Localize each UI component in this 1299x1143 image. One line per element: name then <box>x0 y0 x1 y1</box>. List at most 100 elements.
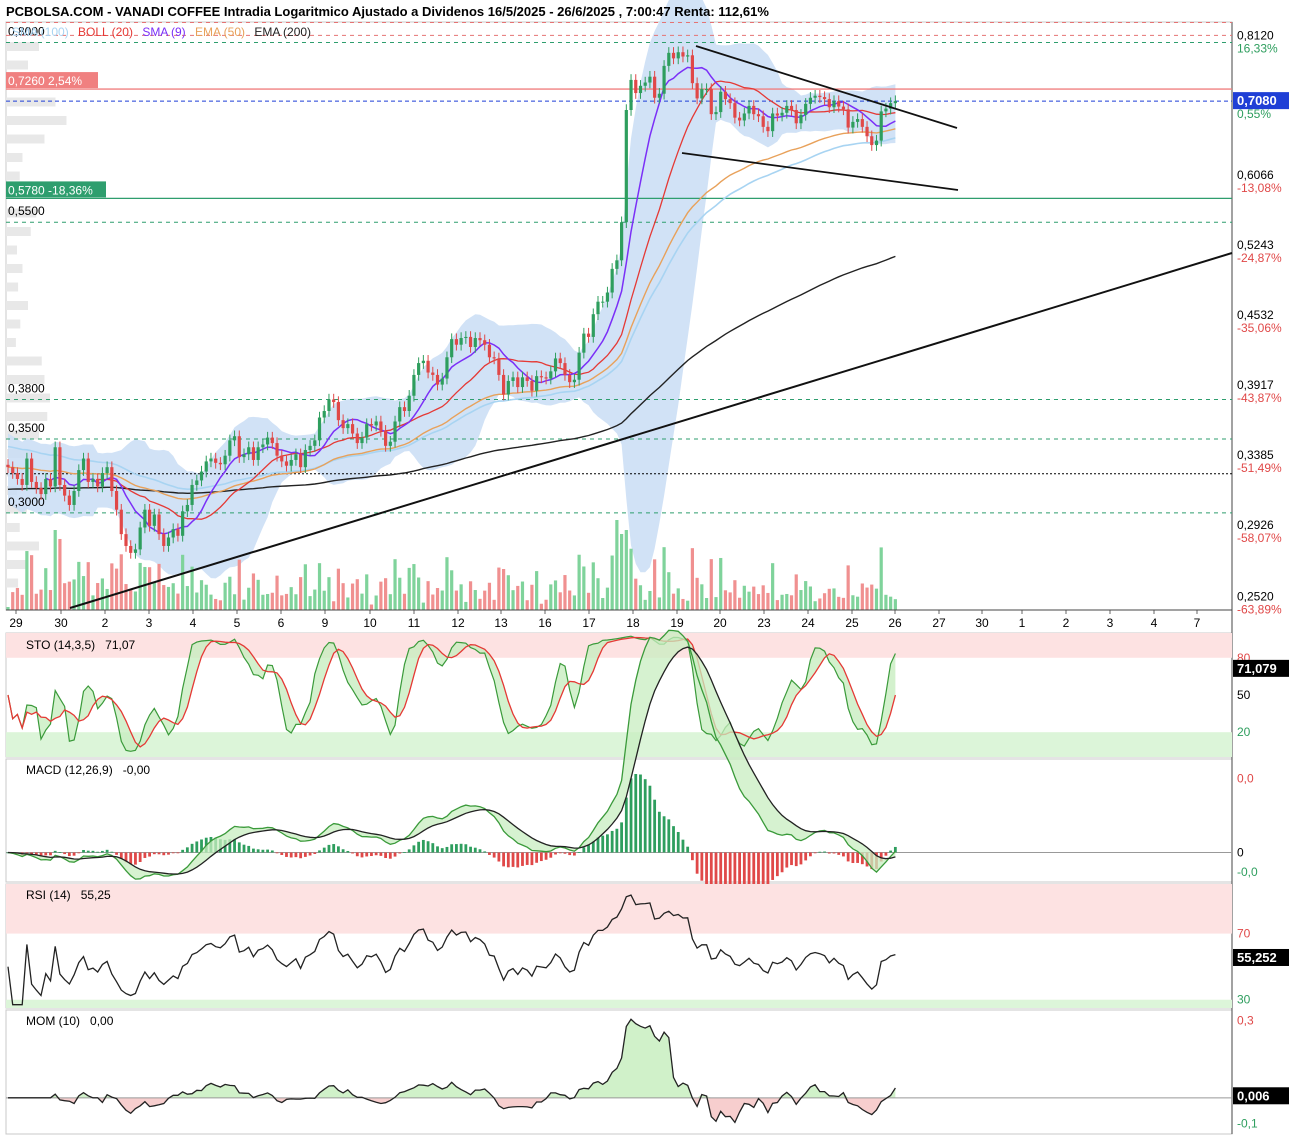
volume-bar <box>393 559 397 610</box>
volume-bar <box>638 585 643 610</box>
volume-bar <box>742 585 746 610</box>
macd-histogram-bar <box>889 850 893 853</box>
candle-body <box>818 95 822 98</box>
candle-body <box>25 458 29 485</box>
candle-body <box>44 478 48 495</box>
volume-bar <box>874 588 879 610</box>
candle-body <box>15 473 20 479</box>
volume-bar <box>846 565 850 610</box>
macd-histogram-bar <box>676 831 680 853</box>
macd-axis-label: 0 <box>1237 845 1244 859</box>
volume-bar <box>280 595 284 610</box>
macd-histogram-bar <box>691 852 694 861</box>
volume-bar <box>549 584 553 610</box>
candle-body <box>77 470 81 492</box>
price-axis-pct: -63,89% <box>1237 602 1282 616</box>
candle-body <box>483 340 487 345</box>
macd-histogram-bar <box>337 846 340 853</box>
candle-body <box>133 549 138 553</box>
volume-bar <box>723 590 728 610</box>
volume-profile-bar <box>6 97 56 107</box>
macd-histogram-bar <box>308 852 312 856</box>
macd-histogram-bar <box>233 839 236 853</box>
volume-bar <box>605 587 610 610</box>
volume-profile-bar <box>6 245 17 255</box>
candle-body <box>100 473 104 487</box>
candle-body <box>388 441 392 446</box>
x-date-label: 4 <box>190 616 197 630</box>
volume-bar <box>450 570 454 610</box>
volume-bar <box>502 569 506 610</box>
candle-body <box>657 93 661 98</box>
macd-histogram-bar <box>280 852 284 855</box>
price-axis-label: 0,2926 <box>1237 518 1274 532</box>
x-date-label: 27 <box>932 616 946 630</box>
candle-body <box>313 440 317 446</box>
rsi-axis-label: 70 <box>1237 927 1251 941</box>
candle-body <box>860 119 864 127</box>
candle-body <box>195 480 199 485</box>
volume-profile-bar <box>6 264 23 273</box>
candle-body <box>686 55 690 57</box>
macd-histogram-bar <box>700 852 704 881</box>
volume-bar <box>20 594 24 610</box>
volume-bar <box>270 592 274 610</box>
macd-histogram-bar <box>374 852 378 856</box>
volume-bar <box>398 577 402 610</box>
rsi-panel-title: RSI (14) 55,25 <box>26 888 111 902</box>
volume-bar <box>841 597 846 610</box>
candle-body <box>148 509 152 526</box>
macd-histogram-bar <box>535 852 539 863</box>
candle-body <box>190 484 194 505</box>
candle-body <box>690 55 694 84</box>
volume-bar <box>152 582 156 610</box>
macd-histogram-bar <box>82 849 85 853</box>
macd-histogram-bar <box>91 850 95 853</box>
volume-bar <box>204 584 208 610</box>
volume-bar <box>303 564 307 610</box>
candle-body <box>242 454 246 458</box>
volume-bar <box>105 588 109 610</box>
macd-histogram-bar <box>318 850 321 853</box>
volume-bar <box>865 587 869 610</box>
macd-histogram-bar <box>799 852 803 865</box>
volume-bar <box>384 578 388 610</box>
candle-body <box>856 119 860 122</box>
volume-bar <box>719 557 723 610</box>
x-date-label: 26 <box>888 616 902 630</box>
volume-profile-bar <box>6 42 39 51</box>
candle-body <box>275 443 279 456</box>
macd-histogram-bar <box>757 852 760 886</box>
candle-body <box>247 447 251 455</box>
macd-histogram-bar <box>289 852 293 858</box>
volume-bar <box>473 590 477 610</box>
price-axis-pct: 0,55% <box>1237 107 1271 121</box>
macd-histogram-bar <box>629 778 633 853</box>
volume-bar <box>157 563 161 610</box>
macd-histogram-bar <box>450 844 454 853</box>
volume-bar <box>228 576 232 610</box>
macd-histogram-bar <box>478 849 482 853</box>
macd-histogram-bar <box>582 847 586 853</box>
candle-body <box>110 467 114 492</box>
candle-body <box>752 105 756 115</box>
candle-body <box>601 301 605 303</box>
candle-body <box>454 339 458 345</box>
price-axis-pct: -43,87% <box>1237 391 1282 405</box>
price-axis-label: 0,4532 <box>1237 308 1274 322</box>
macd-histogram-bar <box>388 852 392 859</box>
candle-body <box>553 358 558 372</box>
volume-bar <box>709 559 713 610</box>
macd-histogram-bar <box>185 847 189 853</box>
candle-body <box>629 79 633 111</box>
candle-body <box>615 260 619 269</box>
macd-histogram-bar <box>152 852 156 855</box>
x-date-label: 29 <box>9 616 23 630</box>
candle-body <box>766 126 770 132</box>
macd-histogram-bar <box>672 826 675 853</box>
candle-body <box>129 545 133 553</box>
volume-profile-bar <box>6 338 16 347</box>
volume-bar <box>714 597 718 610</box>
macd-histogram-bar <box>809 852 812 857</box>
candle-body <box>431 372 435 375</box>
